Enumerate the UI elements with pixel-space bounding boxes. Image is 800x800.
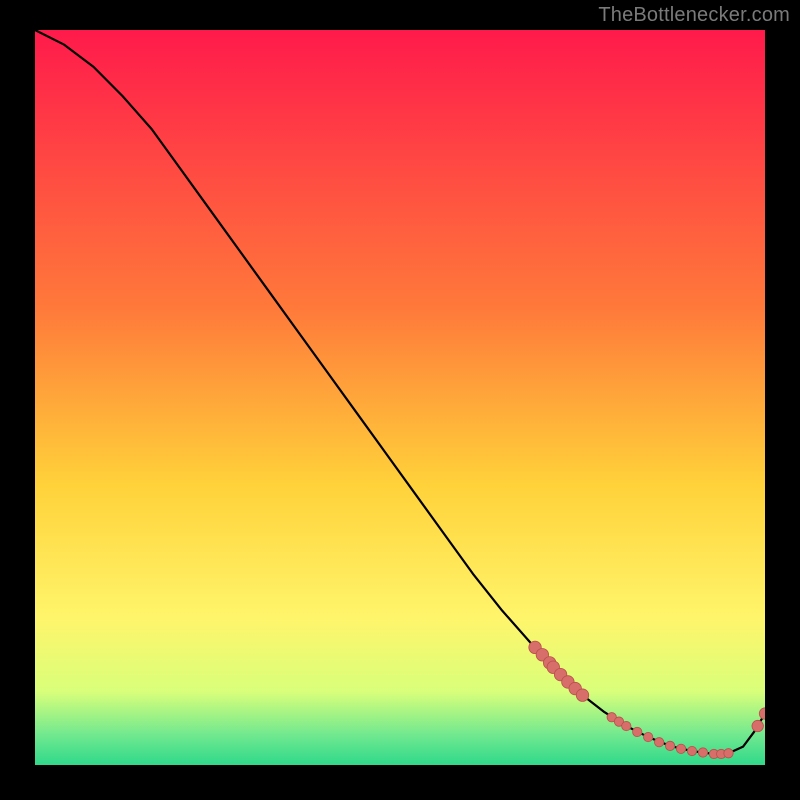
- chart-stage: TheBottlenecker.com: [0, 0, 800, 800]
- data-marker: [665, 741, 674, 750]
- data-marker: [687, 746, 696, 755]
- data-marker: [622, 721, 631, 730]
- attribution-text: TheBottlenecker.com: [598, 4, 790, 27]
- plot-area: [35, 30, 765, 765]
- gradient-background: [35, 30, 765, 765]
- bottleneck-chart: [35, 30, 765, 765]
- data-marker: [633, 727, 642, 736]
- data-marker: [654, 738, 663, 747]
- data-marker: [724, 749, 733, 758]
- data-marker: [698, 748, 707, 757]
- data-marker: [676, 744, 685, 753]
- data-marker: [752, 720, 763, 731]
- data-marker: [644, 732, 653, 741]
- data-marker: [576, 689, 588, 701]
